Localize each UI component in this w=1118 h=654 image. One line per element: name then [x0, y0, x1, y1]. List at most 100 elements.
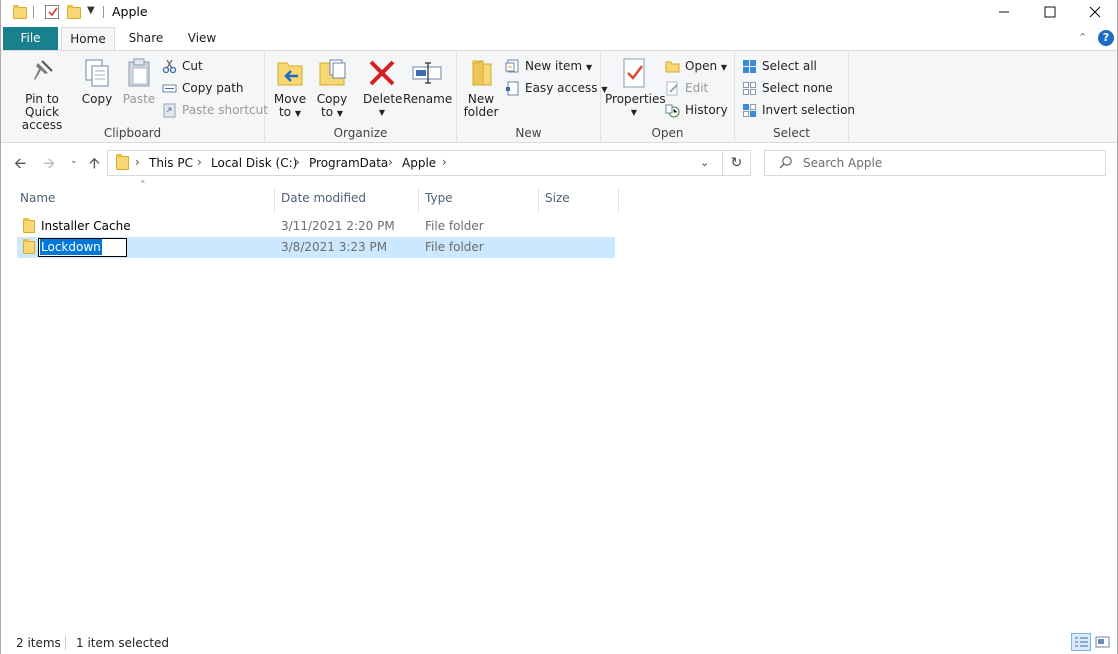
- tab-home[interactable]: Home: [61, 27, 115, 51]
- invert-selection-label: Invert selection: [762, 103, 856, 117]
- rename-text: Lockdown: [40, 239, 102, 255]
- rename-icon: [411, 57, 443, 89]
- table-row[interactable]: Installer Cache 3/11/2021 2:20 PM File f…: [17, 216, 615, 237]
- paste-shortcut-label: Paste shortcut: [182, 103, 268, 117]
- back-button[interactable]: 🡨: [14, 153, 26, 178]
- clipboard-group: Pin to Quick access Copy Paste Cut Copy …: [1, 51, 268, 143]
- column-header-type[interactable]: Type: [421, 188, 539, 214]
- history-icon: [665, 103, 680, 118]
- organize-group: Move to ▼ Copy to ▼ Delete ▼ Rename Orga…: [265, 51, 457, 143]
- clipboard-group-label: Clipboard: [103, 126, 162, 140]
- title-bar: ▼ Apple: [1, 0, 1117, 25]
- paste-shortcut-icon: [162, 103, 177, 118]
- forward-button[interactable]: 🡪: [43, 153, 55, 178]
- delete-x-icon: [366, 57, 398, 89]
- search-box[interactable]: [764, 150, 1106, 176]
- pin-label-line1: Pin to Quick: [25, 92, 59, 119]
- breadcrumb-separator-icon[interactable]: ›: [197, 155, 202, 169]
- close-icon: [1089, 6, 1101, 18]
- edit-button[interactable]: Edit: [665, 78, 708, 98]
- select-all-label: Select all: [762, 59, 817, 73]
- rename-input[interactable]: Lockdown: [38, 238, 127, 257]
- select-all-button[interactable]: Select all: [742, 56, 817, 76]
- tab-view[interactable]: View: [179, 27, 225, 51]
- select-group-label: Select: [772, 126, 811, 140]
- copy-to-button[interactable]: Copy to ▼: [313, 55, 351, 120]
- breadcrumb-apple[interactable]: Apple: [402, 156, 436, 170]
- open-group-label: Open: [651, 126, 684, 140]
- tab-share[interactable]: Share: [121, 27, 171, 51]
- close-button[interactable]: [1072, 0, 1118, 25]
- easy-access-button[interactable]: Easy access ▼: [505, 78, 608, 98]
- open-label: Open: [685, 59, 718, 73]
- new-folder-button[interactable]: New folder: [463, 55, 499, 119]
- column-header-date-modified[interactable]: Date modified: [277, 188, 419, 214]
- invert-selection-button[interactable]: Invert selection: [742, 100, 855, 120]
- properties-button[interactable]: Properties ▼: [605, 55, 666, 119]
- new-item-icon: [505, 59, 520, 74]
- item-count: 2 items: [16, 636, 61, 650]
- column-header-name[interactable]: Name: [16, 188, 275, 214]
- column-header-size[interactable]: Size: [541, 188, 619, 214]
- qat-dropdown-icon[interactable]: ▼: [87, 5, 95, 16]
- large-icons-view-button[interactable]: [1093, 633, 1113, 651]
- copy-path-label: Copy path: [182, 81, 244, 95]
- select-group: Select all Select none Invert selection …: [735, 51, 855, 143]
- copy-path-button[interactable]: Copy path: [162, 78, 244, 98]
- up-button[interactable]: 🡩: [89, 153, 100, 178]
- details-view-button[interactable]: [1071, 633, 1091, 651]
- select-none-button[interactable]: Select none: [742, 78, 833, 98]
- breadcrumb-local-disk[interactable]: Local Disk (C:): [211, 156, 297, 170]
- copy-to-label-2: to ▼: [320, 105, 344, 119]
- pin-to-quick-access-button[interactable]: Pin to Quick access: [7, 55, 77, 132]
- maximize-button[interactable]: [1027, 0, 1073, 25]
- easy-access-label: Easy access: [525, 81, 598, 95]
- breadcrumb-separator-icon[interactable]: ›: [388, 155, 393, 169]
- minimize-button[interactable]: [981, 0, 1027, 25]
- move-to-button[interactable]: Move to ▼: [271, 55, 309, 120]
- select-none-icon: [742, 81, 757, 96]
- open-button[interactable]: Open ▼: [665, 56, 727, 76]
- new-item-label: New item: [525, 59, 583, 73]
- address-dropdown-icon[interactable]: ⌄: [700, 156, 709, 169]
- history-label: History: [685, 103, 728, 117]
- new-group: New folder New item ▼ Easy access ▼ New: [457, 51, 608, 143]
- select-none-label: Select none: [762, 81, 833, 95]
- breadcrumb-separator-icon[interactable]: ›: [135, 155, 140, 169]
- new-group-label: New: [515, 126, 542, 140]
- new-item-button[interactable]: New item ▼: [505, 56, 592, 76]
- collapse-ribbon-icon[interactable]: ⌃: [1078, 31, 1087, 44]
- new-folder-icon: [465, 57, 497, 89]
- properties-check-icon[interactable]: [45, 5, 59, 19]
- copy-label: Copy: [81, 92, 113, 106]
- explorer-window: ▼ Apple File Home Share View ⌃ ? Pin to …: [0, 0, 1118, 654]
- open-folder-icon: [665, 59, 680, 74]
- large-icons-view-icon: [1095, 636, 1110, 648]
- folder-icon: [23, 218, 35, 233]
- breadcrumb-this-pc[interactable]: This PC: [149, 156, 193, 170]
- recent-locations-icon[interactable]: ⌄: [70, 156, 78, 166]
- paste-label: Paste: [122, 92, 156, 106]
- breadcrumb-programdata[interactable]: ProgramData: [309, 156, 388, 170]
- scissors-icon: [162, 59, 177, 74]
- paste-button[interactable]: Paste: [119, 55, 159, 106]
- pin-icon: [26, 57, 58, 89]
- delete-button[interactable]: Delete ▼: [363, 55, 402, 119]
- refresh-button[interactable]: ↻: [723, 150, 751, 176]
- help-icon[interactable]: ?: [1098, 30, 1114, 46]
- details-view-icon: [1075, 637, 1088, 647]
- rename-button[interactable]: Rename: [403, 55, 452, 106]
- tab-file[interactable]: File: [3, 27, 58, 51]
- navigation-bar: 🡨 🡪 ⌄ 🡩 › This PC › Local Disk (C:) › Pr…: [1, 146, 1117, 180]
- folder-icon: [23, 239, 35, 254]
- paste-shortcut-button[interactable]: Paste shortcut: [162, 100, 268, 120]
- search-input[interactable]: [803, 155, 1093, 171]
- file-type: File folder: [425, 219, 484, 233]
- history-button[interactable]: History: [665, 100, 728, 120]
- address-bar[interactable]: › This PC › Local Disk (C:) › ProgramDat…: [107, 150, 723, 176]
- breadcrumb-separator-icon[interactable]: ›: [295, 155, 300, 169]
- breadcrumb-separator-icon[interactable]: ›: [442, 155, 447, 169]
- copy-button[interactable]: Copy: [79, 55, 115, 106]
- cut-button[interactable]: Cut: [162, 56, 203, 76]
- table-row[interactable]: Lockdown 3/8/2021 3:23 PM File folder: [17, 237, 615, 258]
